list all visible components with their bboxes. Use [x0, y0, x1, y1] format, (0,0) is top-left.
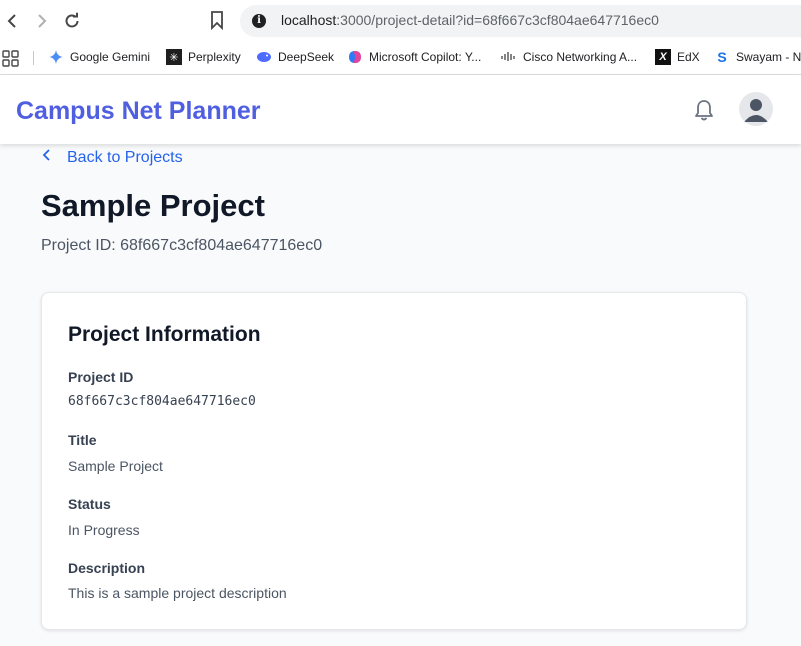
field-label-project-id: Project ID — [68, 369, 134, 385]
app-brand[interactable]: Campus Net Planner — [16, 97, 261, 126]
url-host: localhost — [281, 12, 337, 28]
chevron-left-icon — [42, 148, 60, 167]
cisco-icon — [501, 49, 517, 65]
bookmark-cisco-networking[interactable]: Cisco Networking A... — [501, 49, 637, 65]
bookmark-label: Swayam - Ni — [736, 50, 801, 64]
bookmark-label: Microsoft Copilot: Y... — [369, 50, 482, 64]
field-label-description: Description — [68, 560, 146, 576]
copilot-icon — [347, 49, 363, 65]
field-value-title: Sample Project — [68, 458, 163, 474]
bookmark-label: Google Gemini — [70, 50, 151, 64]
back-link-label: Back to Projects — [67, 148, 183, 166]
field-label-status: Status — [68, 496, 111, 512]
project-information-card: Project Information Project ID 68f667c3c… — [41, 292, 747, 630]
project-id-subtitle: Project ID: 68f667c3cf804ae647716ec0 — [41, 237, 323, 254]
perplexity-icon: ✳ — [166, 49, 182, 65]
deepseek-icon — [256, 49, 272, 65]
bell-icon[interactable] — [693, 98, 715, 127]
bookmarks-bar: Google Gemini ✳ Perplexity DeepSeek Micr… — [0, 42, 801, 75]
bookmark-edx[interactable]: X EdX — [655, 49, 700, 65]
bookmark-icon[interactable] — [210, 10, 224, 35]
forward-arrow-icon[interactable] — [30, 9, 54, 33]
bookmark-perplexity[interactable]: ✳ Perplexity — [166, 49, 241, 65]
bookmark-label: Cisco Networking A... — [523, 50, 638, 64]
bookmark-swayam[interactable]: S Swayam - Ni — [714, 49, 801, 65]
bookmark-microsoft-copilot[interactable]: Microsoft Copilot: Y... — [347, 49, 481, 65]
bookmark-google-gemini[interactable]: Google Gemini — [48, 49, 150, 65]
browser-toolbar: i localhost:3000/project-detail?id=68f66… — [0, 0, 801, 42]
bookmarks-divider — [33, 51, 34, 65]
back-to-projects-link[interactable]: Back to Projects — [42, 148, 183, 167]
user-avatar-icon[interactable] — [739, 92, 773, 126]
site-info-icon[interactable]: i — [252, 14, 266, 28]
bookmark-label: EdX — [677, 50, 700, 64]
url-text[interactable]: localhost:3000/project-detail?id=68f667c… — [281, 12, 659, 28]
gemini-icon — [48, 49, 64, 65]
swayam-icon: S — [717, 49, 727, 65]
field-value-description: This is a sample project description — [68, 585, 287, 601]
url-path: :3000/project-detail?id=68f667c3cf804ae6… — [336, 12, 659, 28]
apps-grid-icon[interactable] — [2, 50, 20, 73]
field-value-project-id: 68f667c3cf804ae647716ec0 — [68, 394, 256, 409]
address-bar[interactable]: i localhost:3000/project-detail?id=68f66… — [240, 5, 801, 37]
field-label-title: Title — [68, 432, 97, 448]
bookmark-deepseek[interactable]: DeepSeek — [256, 49, 334, 65]
bookmark-label: DeepSeek — [278, 50, 335, 64]
back-arrow-icon[interactable] — [0, 9, 24, 33]
reload-icon[interactable] — [60, 9, 84, 33]
bookmark-label: Perplexity — [188, 50, 241, 64]
app-header: Campus Net Planner — [0, 75, 801, 144]
card-title: Project Information — [68, 323, 261, 346]
page-title: Sample Project — [41, 188, 265, 223]
field-value-status: In Progress — [68, 522, 140, 538]
edx-icon: X — [655, 49, 671, 65]
